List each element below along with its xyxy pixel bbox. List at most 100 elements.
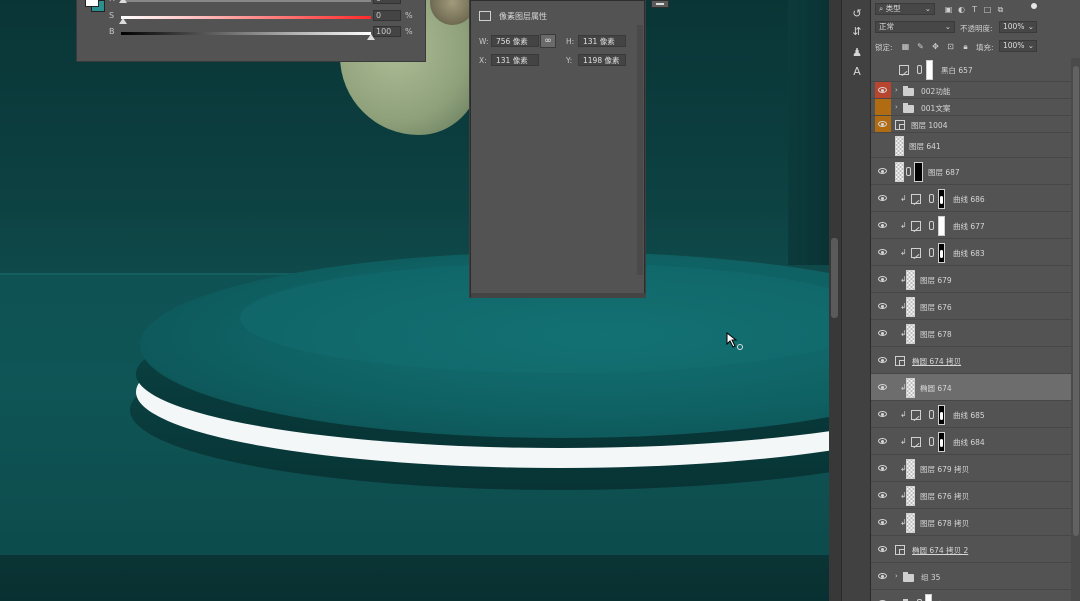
x-position-field[interactable]: X: 131 像素 <box>479 54 541 67</box>
layer-thumbnail <box>906 459 915 479</box>
eye-icon[interactable] <box>875 509 891 535</box>
layer-row[interactable]: 椭圆 674 拷贝 2 <box>871 536 1071 563</box>
foreground-color-swatch[interactable] <box>85 0 99 7</box>
layer-name: 曲线 686 <box>953 195 985 204</box>
eye-icon[interactable] <box>875 401 891 427</box>
eye-icon[interactable] <box>875 536 891 562</box>
puppet-icon[interactable]: ♟ <box>849 45 865 61</box>
eye-icon[interactable] <box>875 82 891 98</box>
slider-track[interactable] <box>121 32 371 35</box>
layer-name: 002功能 <box>921 87 951 96</box>
chain-link-icon <box>906 167 911 176</box>
eye-icon[interactable] <box>875 239 891 265</box>
layer-row[interactable]: ↲ 图层 678 拷贝 <box>871 509 1071 536</box>
slider-track[interactable] <box>121 16 371 19</box>
character-icon[interactable]: A <box>849 64 865 80</box>
chain-link-icon <box>929 194 934 203</box>
layers-scroll-thumb[interactable] <box>1073 66 1079 536</box>
slider-value-field[interactable]: 100 <box>373 26 401 37</box>
eye-icon[interactable] <box>875 428 891 454</box>
eye-icon[interactable] <box>875 320 891 346</box>
y-position-input[interactable]: 1198 像素 <box>578 54 626 66</box>
lock-all-icon[interactable]: 🔒︎ <box>961 42 970 51</box>
layers-scrollbar[interactable] <box>1071 58 1080 601</box>
color-slider-saturation[interactable]: S 0 % <box>109 10 419 24</box>
layer-row[interactable]: ↲ 曲线 683 <box>871 239 1071 266</box>
layer-row[interactable]: 图层 1004 <box>871 116 1071 133</box>
image-filter-icon[interactable]: ▣ <box>944 5 953 14</box>
color-slider-hue[interactable]: H 0 ° <box>109 0 419 7</box>
slider-value-field[interactable]: 0 <box>373 10 401 21</box>
height-input[interactable]: 131 像素 <box>578 35 626 47</box>
eye-icon[interactable] <box>875 455 891 481</box>
eye-icon[interactable] <box>875 185 891 211</box>
document-canvas[interactable] <box>0 0 830 601</box>
layer-row[interactable]: › 组 35 <box>871 563 1071 590</box>
eye-icon[interactable] <box>875 293 891 319</box>
history-icon[interactable]: ↺ <box>849 6 865 22</box>
layer-row[interactable]: 图层 641 <box>871 133 1071 158</box>
eye-icon[interactable] <box>875 212 891 238</box>
eye-icon[interactable] <box>875 374 891 400</box>
slider-value-field[interactable]: 0 <box>373 0 401 4</box>
eye-icon[interactable] <box>875 58 891 81</box>
layer-row[interactable]: 图层 687 <box>871 158 1071 185</box>
height-field[interactable]: H: 131 像素 <box>566 35 628 48</box>
folder-icon <box>903 572 914 582</box>
lock-position-icon[interactable]: ✥ <box>931 42 940 51</box>
properties-scrollbar[interactable] <box>637 25 643 275</box>
canvas-vertical-scrollbar[interactable] <box>829 0 841 601</box>
panel-collapse-button[interactable] <box>651 0 669 8</box>
eye-icon[interactable] <box>875 266 891 292</box>
layer-row[interactable]: ↲ 曲线 685 <box>871 401 1071 428</box>
slider-knob[interactable] <box>119 18 127 24</box>
layer-name: 图层 678 拷贝 <box>920 519 970 528</box>
y-position-field[interactable]: Y: 1198 像素 <box>566 54 628 67</box>
fill-input[interactable]: 100% ⌄ <box>999 40 1037 52</box>
lock-artboard-icon[interactable]: ⊡ <box>946 42 955 51</box>
layer-row[interactable]: ↲ 曲线 684 <box>871 428 1071 455</box>
eye-icon[interactable] <box>875 590 891 601</box>
adjust-icon[interactable]: ⇵ <box>849 24 865 40</box>
eye-icon[interactable] <box>875 347 891 373</box>
layer-name: 椭圆 674 拷贝 <box>912 357 962 366</box>
layer-row[interactable]: ↲ 图层 676 拷贝 <box>871 482 1071 509</box>
slider-knob[interactable] <box>119 0 127 3</box>
eye-icon[interactable] <box>875 482 891 508</box>
adjustment-filter-icon[interactable]: ◐ <box>957 5 966 14</box>
lock-transparency-icon[interactable]: ▦ <box>901 42 910 51</box>
lock-paint-icon[interactable]: ✎ <box>916 42 925 51</box>
filter-toggle[interactable] <box>1031 3 1037 9</box>
layer-row[interactable]: › 002功能 <box>871 82 1071 99</box>
blend-mode-select[interactable]: 正常 ⌄ <box>875 21 955 33</box>
layer-row[interactable]: ↲ 椭圆 674 <box>871 374 1071 401</box>
layer-row[interactable]: › 001文案 <box>871 99 1071 116</box>
color-slider-brightness[interactable]: B 100 % <box>109 26 419 40</box>
layer-row[interactable]: 黑白 657 <box>871 58 1071 82</box>
width-field[interactable]: W: 756 像素 <box>479 35 541 48</box>
layer-row[interactable]: ↲ 图层 678 <box>871 320 1071 347</box>
width-input[interactable]: 756 像素 <box>491 35 539 47</box>
eye-icon[interactable] <box>875 563 891 589</box>
layer-row[interactable]: ↲ 曲线 686 <box>871 185 1071 212</box>
eye-icon[interactable] <box>875 158 891 184</box>
opacity-input[interactable]: 100% ⌄ <box>999 21 1037 33</box>
layer-row[interactable]: ↲ 图层 679 拷贝 <box>871 455 1071 482</box>
canvas-scroll-thumb[interactable] <box>831 238 838 318</box>
smart-filter-icon[interactable]: ⧉ <box>996 5 1005 14</box>
x-position-input[interactable]: 131 像素 <box>491 54 539 66</box>
layer-row[interactable]: ›组 37 <box>871 590 1071 601</box>
type-filter-icon[interactable]: T <box>970 5 979 14</box>
eye-icon[interactable] <box>875 99 891 115</box>
x-position-label: X: <box>479 56 487 65</box>
slider-track[interactable] <box>121 0 371 2</box>
layer-row[interactable]: ↲ 图层 679 <box>871 266 1071 293</box>
layer-row[interactable]: ↲ 曲线 677 <box>871 212 1071 239</box>
link-icon[interactable]: ∞ <box>540 34 556 48</box>
shape-filter-icon[interactable]: □ <box>983 5 992 14</box>
layer-row[interactable]: 椭圆 674 拷贝 <box>871 347 1071 374</box>
layer-row[interactable]: ↲ 图层 676 <box>871 293 1071 320</box>
layer-filter-kind-select[interactable]: ⌕ 类型 ⌄ <box>875 3 935 15</box>
eye-icon[interactable] <box>875 116 891 132</box>
eye-icon[interactable] <box>875 133 891 157</box>
